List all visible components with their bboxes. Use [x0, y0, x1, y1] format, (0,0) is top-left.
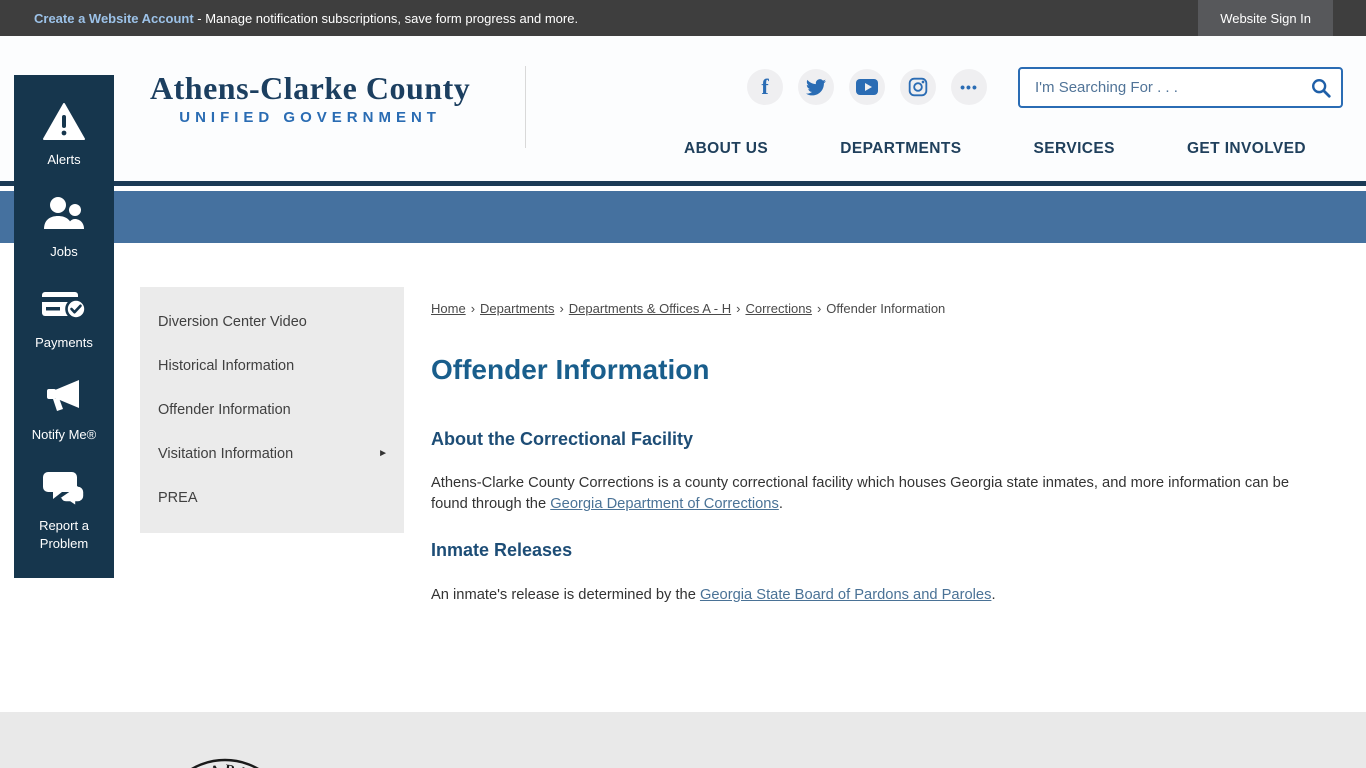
payment-card-icon [40, 284, 88, 326]
sidemenu-item-diversion-center-video[interactable]: Diversion Center Video [140, 300, 404, 344]
top-utility-bar: Create a Website Account - Manage notifi… [0, 0, 1366, 36]
page-banner [0, 191, 1366, 243]
megaphone-icon [41, 376, 87, 418]
section-heading-correctional-facility: About the Correctional Facility [431, 429, 694, 449]
nav-departments[interactable]: DEPARTMENTS [840, 140, 961, 158]
page-title: Offender Information [431, 354, 710, 385]
breadcrumb-departments-offices[interactable]: Departments & Offices A - H [569, 301, 731, 316]
breadcrumb-current: Offender Information [826, 301, 946, 316]
site-header: Athens-Clarke County UNIFIED GOVERNMENT … [0, 36, 1366, 186]
breadcrumb-departments[interactable]: Departments [480, 301, 554, 316]
header-divider [525, 66, 526, 148]
section-heading-inmate-releases: Inmate Releases [431, 540, 573, 560]
section-paragraph-correctional-facility: Athens-Clarke County Corrections is a co… [431, 475, 1289, 512]
logo-subtitle: UNIFIED GOVERNMENT [179, 108, 441, 126]
breadcrumb-corrections[interactable]: Corrections [745, 301, 811, 316]
pardons-paroles-link[interactable]: Georgia State Board of Pardons and Parol… [700, 587, 991, 603]
section-side-menu: Diversion Center Video Historical Inform… [140, 287, 404, 533]
account-message: Create a Website Account - Manage notifi… [0, 11, 578, 26]
search-input[interactable] [1020, 79, 1301, 96]
section-paragraph-inmate-releases: An inmate's release is determined by the… [431, 587, 996, 603]
nav-about-us[interactable]: ABOUT US [684, 140, 768, 158]
website-sign-in-button[interactable]: Website Sign In [1198, 0, 1333, 36]
chat-bubbles-icon [42, 467, 86, 509]
county-seal: CLARKE [180, 758, 266, 768]
main-navigation: ABOUT US DEPARTMENTS SERVICES GET INVOLV… [684, 140, 1306, 158]
search-icon[interactable] [1301, 69, 1341, 106]
site-search [1018, 67, 1343, 108]
quickbar-item-report-a-problem[interactable]: Report a Problem [18, 467, 110, 552]
twitter-icon[interactable] [798, 69, 834, 105]
account-message-text: - Manage notification subscriptions, sav… [193, 10, 579, 26]
breadcrumb: Home › Departments › Departments & Offices A… [431, 301, 946, 316]
logo-title: Athens-Clarke County [150, 70, 471, 106]
facebook-icon[interactable]: f [747, 69, 783, 105]
site-logo[interactable]: Athens-Clarke County UNIFIED GOVERNMENT [150, 70, 471, 126]
quickbar-item-payments[interactable]: Payments [18, 284, 110, 352]
nav-services[interactable]: SERVICES [1034, 140, 1115, 158]
sidemenu-item-visitation-information[interactable]: Visitation Information ► [140, 432, 404, 476]
instagram-icon[interactable] [900, 69, 936, 105]
more-social-icon[interactable]: ••• [951, 69, 987, 105]
quick-links-bar: Alerts Jobs Payments Notify Me® Report a… [14, 75, 114, 579]
georgia-dept-corrections-link[interactable]: Georgia Department of Corrections [550, 496, 779, 512]
youtube-icon[interactable] [849, 69, 885, 105]
sidemenu-item-offender-information[interactable]: Offender Information [140, 388, 404, 432]
people-icon [41, 193, 87, 235]
alert-triangle-icon [42, 101, 86, 143]
submenu-arrow-icon: ► [378, 448, 388, 459]
quickbar-item-jobs[interactable]: Jobs [18, 193, 110, 261]
breadcrumb-home[interactable]: Home [431, 301, 466, 316]
nav-get-involved[interactable]: GET INVOLVED [1187, 140, 1306, 158]
create-account-link[interactable]: Create a Website Account [34, 11, 194, 26]
page-footer: CLARKE [0, 712, 1366, 768]
sidemenu-item-historical-information[interactable]: Historical Information [140, 344, 404, 388]
quickbar-item-alerts[interactable]: Alerts [18, 101, 110, 169]
quickbar-item-notify-me[interactable]: Notify Me® [18, 376, 110, 444]
sidemenu-item-prea[interactable]: PREA [140, 476, 404, 520]
